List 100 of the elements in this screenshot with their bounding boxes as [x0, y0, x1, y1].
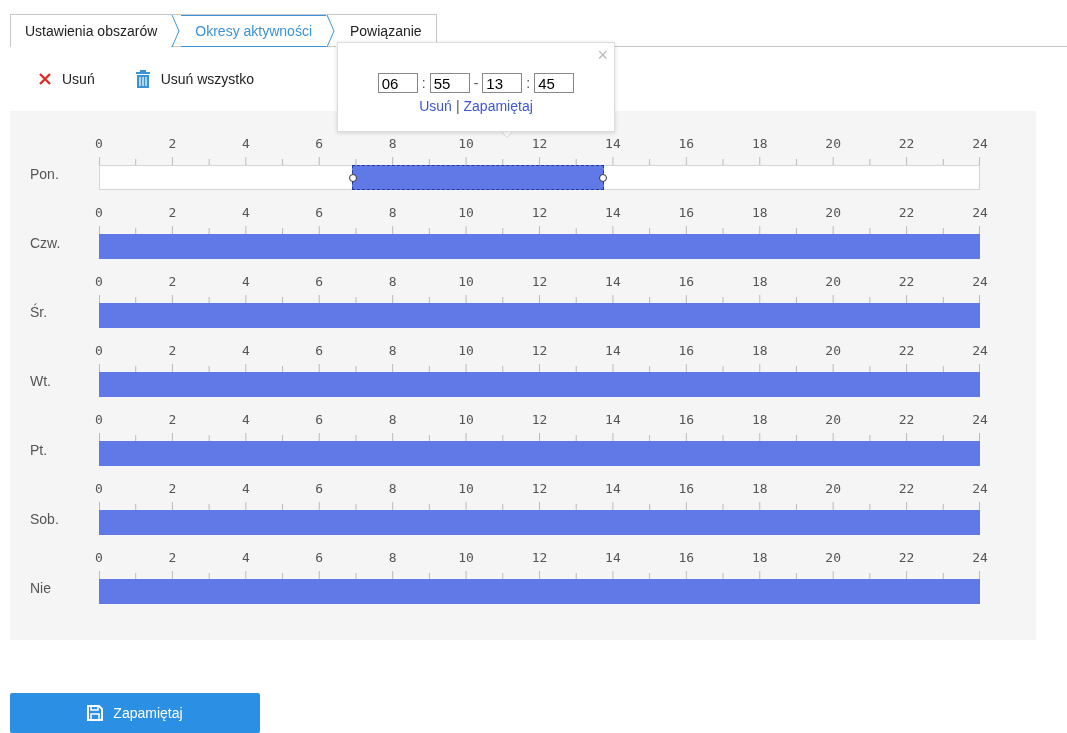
hour-label: 14 [605, 205, 621, 220]
time-separator: : [421, 75, 426, 91]
hour-label: 10 [458, 343, 474, 358]
start-hour-field[interactable]: 06 [377, 73, 418, 93]
hour-label: 12 [531, 412, 548, 427]
end-hour-field[interactable]: 13 [482, 73, 523, 93]
hour-label: 22 [898, 412, 915, 427]
trash-icon [134, 70, 151, 88]
hour-label: 18 [751, 136, 768, 151]
hour-label: 12 [531, 550, 548, 565]
hour-label: 18 [751, 205, 768, 220]
hour-label: 2 [168, 136, 177, 151]
hour-label: 6 [315, 274, 324, 289]
chevron-icon [171, 15, 182, 47]
hour-label: 14 [605, 343, 621, 358]
hour-label: 2 [168, 481, 177, 496]
hour-label: 22 [898, 274, 915, 289]
hour-label: 2 [168, 343, 177, 358]
hour-label: 14 [605, 481, 621, 496]
hour-label: 12 [531, 481, 548, 496]
save-link[interactable]: Zapamiętaj [463, 98, 533, 114]
hour-label: 20 [825, 205, 841, 220]
range-separator: - [473, 75, 479, 91]
filled-time-bar[interactable] [99, 303, 980, 328]
hour-label: 8 [388, 481, 397, 496]
hour-label: 2 [168, 550, 177, 565]
filled-time-bar[interactable] [99, 234, 980, 259]
hour-label: 2 [168, 205, 177, 220]
time-track[interactable] [99, 165, 980, 190]
hour-label: 22 [898, 550, 915, 565]
hour-label: 0 [95, 481, 103, 496]
hour-label: 16 [678, 136, 695, 151]
hour-label: 6 [315, 481, 324, 496]
hour-label: 6 [315, 343, 324, 358]
resize-handle[interactable] [598, 173, 607, 182]
hour-label: 16 [678, 412, 695, 427]
hour-label: 24 [972, 343, 988, 358]
delete-all-button[interactable]: Usuń wszystko [134, 70, 255, 88]
link-separator: | [455, 98, 460, 114]
hour-label: 16 [678, 274, 695, 289]
hour-label: 14 [605, 136, 621, 151]
hour-label: 2 [168, 274, 177, 289]
end-minute-field[interactable]: 45 [534, 73, 575, 93]
hour-label: 8 [388, 550, 397, 565]
hour-label: 4 [241, 412, 250, 427]
hour-label: 18 [751, 343, 768, 358]
hour-label: 24 [972, 481, 988, 496]
hour-label: 12 [531, 343, 548, 358]
filled-time-bar[interactable] [99, 372, 980, 397]
hour-label: 4 [241, 481, 250, 496]
hour-label: 8 [388, 205, 397, 220]
hour-label: 10 [458, 550, 474, 565]
hour-label: 22 [898, 481, 915, 496]
hour-label: 4 [241, 550, 250, 565]
hour-label: 24 [972, 550, 988, 565]
hour-label: 8 [388, 136, 397, 151]
hour-label: 20 [825, 481, 841, 496]
delete-link[interactable]: Usuń [419, 98, 452, 114]
start-minute-field[interactable]: 55 [429, 73, 470, 93]
hour-label: 8 [388, 343, 397, 358]
hour-label: 24 [972, 412, 988, 427]
filled-time-bar[interactable] [99, 579, 980, 604]
floppy-disk-icon [87, 705, 104, 721]
hour-label: 18 [751, 412, 768, 427]
hour-label: 8 [388, 274, 397, 289]
hour-label: 22 [898, 136, 915, 151]
hour-label: 0 [95, 343, 103, 358]
hour-label: 8 [388, 412, 397, 427]
hour-label: 20 [825, 274, 841, 289]
hour-label: 18 [751, 550, 768, 565]
filled-time-bar[interactable] [99, 510, 980, 535]
hour-label: 14 [605, 274, 621, 289]
hour-label: 2 [168, 412, 177, 427]
hour-label: 0 [95, 412, 103, 427]
hour-label: 6 [315, 550, 324, 565]
hour-label: 10 [458, 412, 474, 427]
hour-label: 24 [972, 205, 988, 220]
hour-label: 4 [241, 205, 250, 220]
hour-label: 0 [95, 136, 103, 151]
hour-label: 20 [825, 136, 841, 151]
hour-label: 16 [678, 550, 695, 565]
hour-label: 6 [315, 412, 324, 427]
hour-label: 24 [972, 274, 988, 289]
time-separator: : [526, 75, 531, 91]
hour-label: 10 [458, 481, 474, 496]
hour-label: 4 [241, 274, 250, 289]
hour-label: 0 [95, 205, 103, 220]
hour-label: 12 [531, 274, 548, 289]
hour-label: 4 [241, 136, 250, 151]
hour-label: 12 [531, 136, 548, 151]
hour-label: 10 [458, 136, 474, 151]
hour-label: 16 [678, 481, 695, 496]
chevron-icon [326, 15, 336, 47]
hour-label: 18 [751, 274, 768, 289]
filled-time-bar[interactable] [99, 441, 980, 466]
hour-label: 20 [825, 550, 841, 565]
hour-label: 22 [898, 205, 915, 220]
delete-button[interactable]: Usuń [38, 71, 95, 87]
cross-icon [38, 72, 52, 86]
resize-handle[interactable] [349, 173, 358, 182]
